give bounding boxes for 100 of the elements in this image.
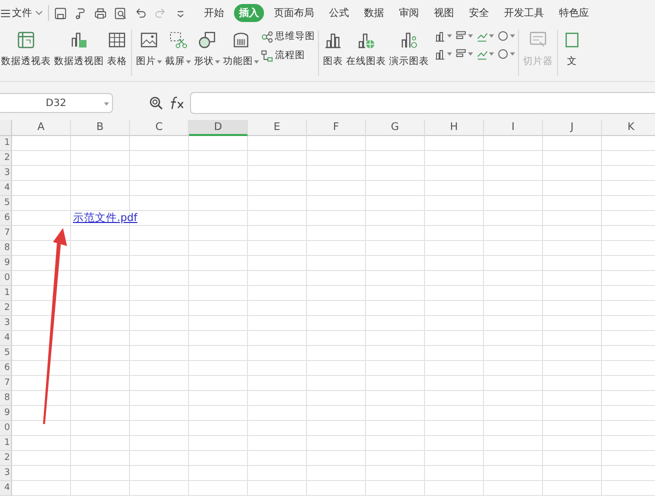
column-header[interactable]: C bbox=[130, 120, 189, 136]
row-header[interactable]: 9 bbox=[0, 406, 12, 421]
flowchart-icon bbox=[261, 50, 273, 62]
chart-type-button[interactable] bbox=[455, 30, 473, 42]
format-painter-icon[interactable] bbox=[74, 6, 87, 20]
row-header[interactable]: 3 bbox=[0, 166, 12, 181]
picture-icon bbox=[139, 30, 159, 50]
row-header[interactable]: 4 bbox=[0, 481, 12, 496]
row-header[interactable]: 6 bbox=[0, 361, 12, 376]
chart-type-button[interactable] bbox=[476, 30, 494, 42]
caret-icon bbox=[447, 34, 452, 38]
menu-tab[interactable]: 数据 bbox=[359, 4, 389, 22]
table-icon bbox=[107, 30, 127, 50]
chart-type-button[interactable] bbox=[434, 48, 452, 60]
menu-tab[interactable]: 公式 bbox=[324, 4, 354, 22]
ribbon-button[interactable]: 文 bbox=[561, 30, 583, 68]
caret-icon bbox=[468, 34, 473, 38]
row-header[interactable]: 8 bbox=[0, 391, 12, 406]
caret-icon[interactable] bbox=[104, 102, 109, 106]
row-header[interactable]: 5 bbox=[0, 346, 12, 361]
zoom-icon[interactable] bbox=[149, 96, 163, 110]
chart-type-button[interactable] bbox=[497, 30, 515, 42]
column-header[interactable]: I bbox=[484, 120, 543, 136]
scissors-icon bbox=[168, 30, 188, 50]
column-header[interactable]: B bbox=[71, 120, 130, 136]
ribbon-button[interactable]: 表格 bbox=[106, 30, 128, 68]
formula-input[interactable] bbox=[190, 92, 655, 114]
row-header[interactable]: 0 bbox=[0, 271, 12, 286]
ribbon-button[interactable]: 在线图表 bbox=[345, 30, 387, 68]
menu-tab[interactable]: 视图 bbox=[429, 4, 459, 22]
caret-icon bbox=[489, 34, 494, 38]
shapes-icon bbox=[197, 30, 217, 50]
row-header[interactable]: 0 bbox=[0, 421, 12, 436]
row-header[interactable]: 6 bbox=[0, 211, 12, 226]
caret-icon bbox=[489, 52, 494, 56]
ribbon-button[interactable]: 数据透视图 bbox=[53, 30, 105, 68]
row-header[interactable]: 4 bbox=[0, 181, 12, 196]
chart-type-button[interactable] bbox=[455, 48, 473, 60]
row-header[interactable]: 9 bbox=[0, 256, 12, 271]
chart-type-button[interactable] bbox=[434, 30, 452, 42]
caret-icon[interactable] bbox=[35, 10, 43, 16]
column-header[interactable]: K bbox=[602, 120, 655, 136]
row-header[interactable]: 7 bbox=[0, 226, 12, 241]
save-icon[interactable] bbox=[54, 6, 67, 20]
mind-map-icon bbox=[261, 30, 273, 42]
row-header[interactable]: 5 bbox=[0, 196, 12, 211]
file-menu[interactable]: 文件 bbox=[12, 6, 32, 20]
row-header[interactable]: 3 bbox=[0, 466, 12, 481]
menu-tab[interactable]: 页面布局 bbox=[269, 4, 319, 22]
column-header[interactable]: F bbox=[307, 120, 366, 136]
row-header[interactable]: 4 bbox=[0, 331, 12, 346]
column-header[interactable]: H bbox=[425, 120, 484, 136]
row-header[interactable]: 2 bbox=[0, 151, 12, 166]
column-header[interactable]: J bbox=[543, 120, 602, 136]
chart-type-icon bbox=[497, 48, 509, 60]
undo-icon[interactable] bbox=[134, 6, 147, 20]
row-header[interactable]: 2 bbox=[0, 451, 12, 466]
column-header[interactable]: E bbox=[248, 120, 307, 136]
ribbon-button[interactable]: 图表 bbox=[322, 30, 344, 68]
barcode-icon bbox=[231, 30, 251, 50]
menu-icon[interactable] bbox=[1, 8, 10, 18]
pivot-chart-icon bbox=[69, 30, 89, 50]
name-box[interactable]: D32 bbox=[0, 93, 113, 113]
column-header[interactable]: G bbox=[366, 120, 425, 136]
ribbon-button[interactable]: 截屏 bbox=[164, 30, 192, 68]
chart-type-icon bbox=[476, 48, 488, 60]
hyperlink[interactable]: 示范文件.pdf bbox=[73, 211, 138, 225]
menu-tab[interactable]: 审阅 bbox=[394, 4, 424, 22]
caret-icon bbox=[186, 60, 191, 64]
row-header[interactable]: 1 bbox=[0, 286, 12, 301]
chart-type-icon bbox=[455, 48, 467, 60]
chart-type-icon bbox=[434, 30, 446, 42]
chart-type-button[interactable] bbox=[476, 48, 494, 60]
ribbon-button[interactable]: 功能图 bbox=[222, 30, 260, 68]
row-header[interactable]: 2 bbox=[0, 301, 12, 316]
chart-type-icon bbox=[476, 30, 488, 42]
menu-tab[interactable]: 开始 bbox=[199, 4, 229, 22]
ribbon-button[interactable]: 演示图表 bbox=[388, 30, 430, 68]
menu-tab[interactable]: 安全 bbox=[464, 4, 494, 22]
row-header[interactable]: 1 bbox=[0, 436, 12, 451]
caret-icon bbox=[510, 34, 515, 38]
ribbon-button[interactable]: 形状 bbox=[193, 30, 221, 68]
ribbon-button[interactable]: 数据透视表 bbox=[0, 30, 52, 68]
print-icon[interactable] bbox=[94, 6, 107, 20]
print-preview-icon[interactable] bbox=[114, 6, 127, 20]
row-header[interactable]: 7 bbox=[0, 376, 12, 391]
menu-tab[interactable]: 特色应 bbox=[554, 4, 594, 22]
row-header[interactable]: 3 bbox=[0, 316, 12, 331]
demo-chart-icon bbox=[399, 30, 419, 50]
row-header[interactable]: 1 bbox=[0, 136, 12, 151]
ribbon-button[interactable]: 流程图 bbox=[261, 49, 315, 62]
column-header[interactable]: D bbox=[189, 120, 248, 136]
caret-icon bbox=[447, 52, 452, 56]
column-header[interactable]: A bbox=[12, 120, 71, 136]
row-header[interactable]: 8 bbox=[0, 241, 12, 256]
ribbon-button[interactable]: 图片 bbox=[135, 30, 163, 68]
menu-tab[interactable]: 开发工具 bbox=[499, 4, 549, 22]
function-icon[interactable] bbox=[169, 96, 185, 110]
ribbon-button[interactable]: 思维导图 bbox=[261, 30, 315, 43]
chart-type-button[interactable] bbox=[497, 48, 515, 60]
